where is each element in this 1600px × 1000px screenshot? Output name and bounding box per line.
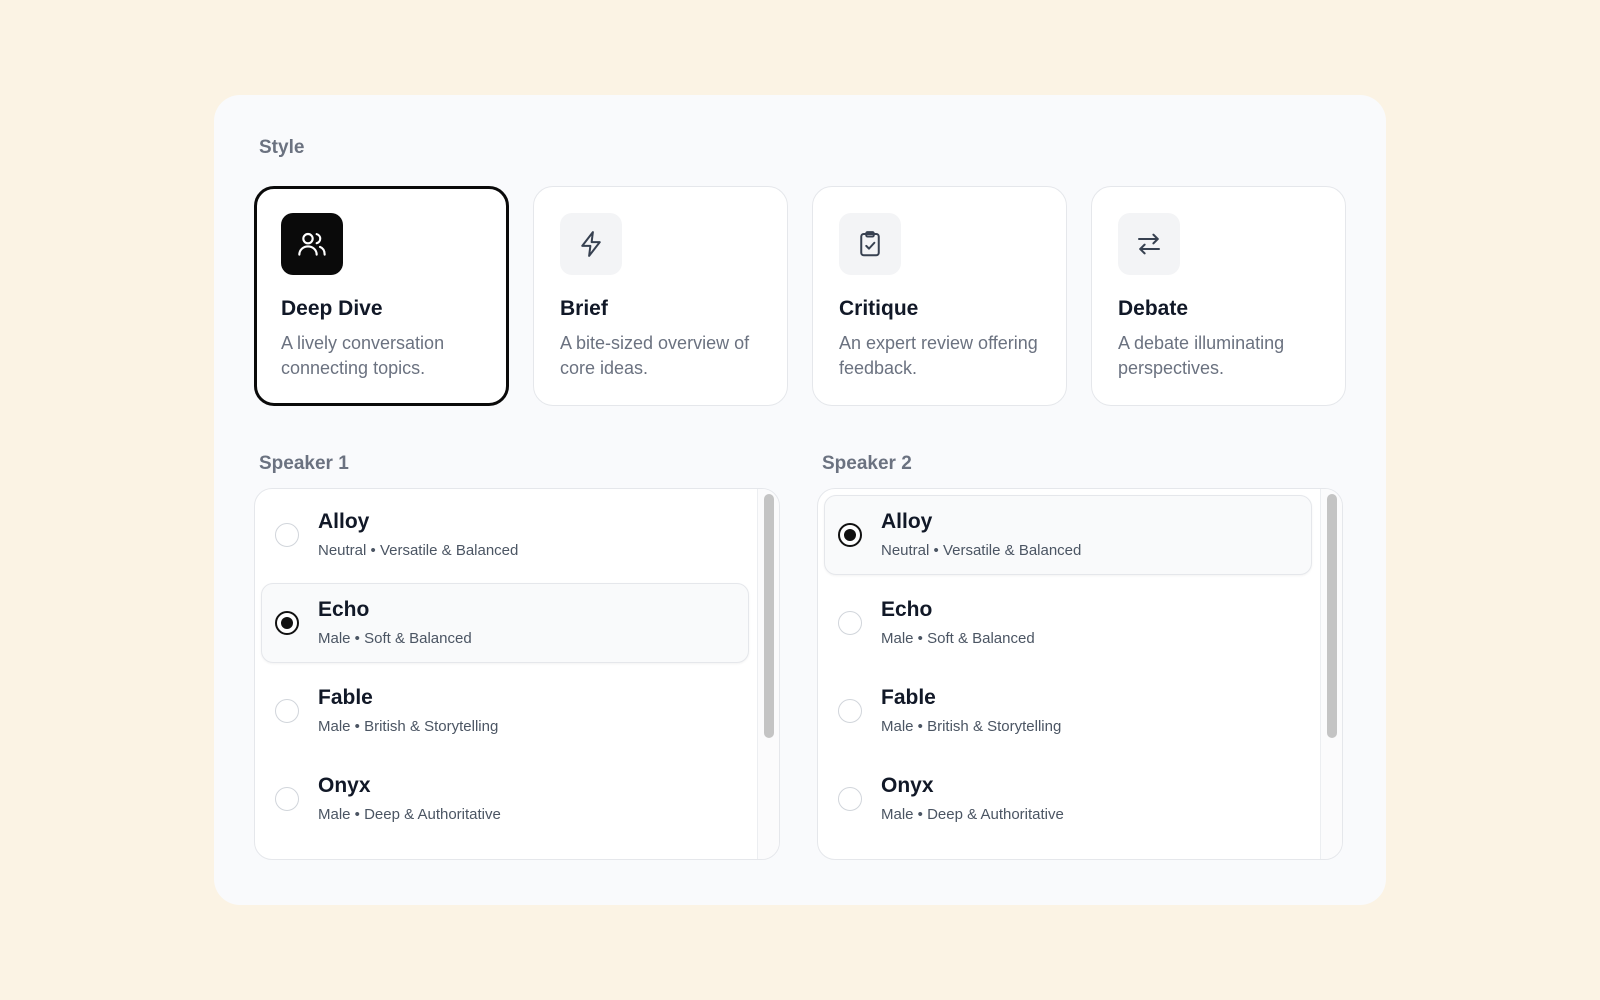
voice-name: Alloy <box>318 510 370 533</box>
voice-option-echo[interactable]: Echo Male • Soft & Balanced <box>261 583 749 663</box>
style-card-title: Brief <box>560 297 608 320</box>
style-card-deep-dive[interactable]: Deep Dive A lively conversation connecti… <box>254 186 509 406</box>
speaker-1-label: Speaker 1 <box>259 453 349 474</box>
voice-name: Fable <box>318 686 373 709</box>
voice-description: Neutral • Versatile & Balanced <box>881 542 1082 559</box>
lightning-icon <box>560 213 622 275</box>
radio-button[interactable] <box>275 611 299 635</box>
voice-description: Male • British & Storytelling <box>318 718 499 735</box>
voice-name: Alloy <box>881 510 933 533</box>
style-options: Deep Dive A lively conversation connecti… <box>254 186 1346 406</box>
users-icon <box>281 213 343 275</box>
voice-option-echo[interactable]: Echo Male • Soft & Balanced <box>824 583 1312 663</box>
speaker-2-scrollbar[interactable] <box>1320 489 1342 859</box>
style-section-label: Style <box>259 137 305 158</box>
style-card-title: Deep Dive <box>281 297 383 320</box>
voice-option-onyx[interactable]: Onyx Male • Deep & Authoritative <box>261 759 749 839</box>
scrollbar-thumb[interactable] <box>764 494 774 738</box>
radio-button[interactable] <box>838 787 862 811</box>
voice-option-fable[interactable]: Fable Male • British & Storytelling <box>824 671 1312 751</box>
voice-description: Male • Soft & Balanced <box>881 630 1035 647</box>
arrows-swap-icon <box>1118 213 1180 275</box>
radio-button[interactable] <box>838 611 862 635</box>
voice-description: Neutral • Versatile & Balanced <box>318 542 519 559</box>
voice-option-fable[interactable]: Fable Male • British & Storytelling <box>261 671 749 751</box>
speaker-1-scrollbar[interactable] <box>757 489 779 859</box>
scrollbar-thumb[interactable] <box>1327 494 1337 738</box>
voice-name: Echo <box>881 598 933 621</box>
voice-name: Onyx <box>881 774 934 797</box>
style-card-debate[interactable]: Debate A debate illuminating perspective… <box>1091 186 1346 406</box>
speaker-2-section: Speaker 2 Alloy Neutral • Versatile & Ba… <box>817 453 1343 860</box>
voice-option-alloy[interactable]: Alloy Neutral • Versatile & Balanced <box>261 495 749 575</box>
speaker-1-voice-list: Alloy Neutral • Versatile & Balanced Ech… <box>254 488 780 860</box>
voice-description: Male • British & Storytelling <box>881 718 1062 735</box>
radio-button[interactable] <box>275 787 299 811</box>
radio-button[interactable] <box>275 699 299 723</box>
style-card-description: A debate illuminating perspectives. <box>1118 333 1285 378</box>
style-card-title: Critique <box>839 297 919 320</box>
voice-name: Echo <box>318 598 370 621</box>
voice-name: Fable <box>881 686 936 709</box>
radio-button[interactable] <box>838 699 862 723</box>
style-card-title: Debate <box>1118 297 1189 320</box>
voice-name: Onyx <box>318 774 371 797</box>
settings-panel: Style Deep Dive A lively conversation co… <box>214 95 1386 905</box>
radio-button[interactable] <box>838 523 862 547</box>
radio-button[interactable] <box>275 523 299 547</box>
clipboard-check-icon <box>839 213 901 275</box>
style-card-critique[interactable]: Critique An expert review offering feedb… <box>812 186 1067 406</box>
voice-option-onyx[interactable]: Onyx Male • Deep & Authoritative <box>824 759 1312 839</box>
style-card-description: A bite-sized overview of core ideas. <box>560 333 750 378</box>
voice-description: Male • Deep & Authoritative <box>881 806 1064 823</box>
speaker-2-voice-list: Alloy Neutral • Versatile & Balanced Ech… <box>817 488 1343 860</box>
speaker-2-label: Speaker 2 <box>822 453 912 474</box>
style-card-brief[interactable]: Brief A bite-sized overview of core idea… <box>533 186 788 406</box>
speaker-1-section: Speaker 1 Alloy Neutral • Versatile & Ba… <box>254 453 780 860</box>
voice-description: Male • Soft & Balanced <box>318 630 472 647</box>
style-card-description: A lively conversation connecting topics. <box>281 333 445 378</box>
voice-option-alloy[interactable]: Alloy Neutral • Versatile & Balanced <box>824 495 1312 575</box>
voice-description: Male • Deep & Authoritative <box>318 806 501 823</box>
style-card-description: An expert review offering feedback. <box>839 333 1038 378</box>
